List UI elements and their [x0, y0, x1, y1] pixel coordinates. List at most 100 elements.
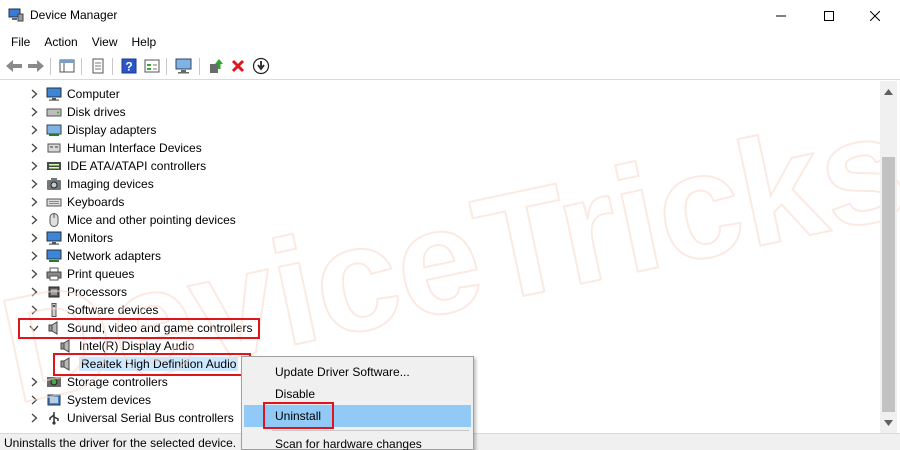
tree-category-row[interactable]: IDE ATA/ATAPI controllers: [28, 157, 206, 175]
toolbar-separator: [50, 58, 51, 75]
ctx-separator: [272, 430, 469, 431]
vertical-scrollbar[interactable]: [880, 81, 897, 433]
tree-row-label: Universal Serial Bus controllers: [67, 411, 234, 425]
chevron-right-icon[interactable]: [28, 142, 40, 154]
tree-row-label: Disk drives: [67, 105, 126, 119]
tree-row-label: Network adapters: [67, 249, 162, 263]
tree-row-label: IDE ATA/ATAPI controllers: [67, 159, 207, 173]
storage-controller-icon: [46, 375, 62, 389]
chevron-right-icon[interactable]: [28, 232, 40, 244]
hid-icon: [46, 141, 62, 155]
forward-arrow-icon[interactable]: [26, 57, 46, 75]
tree-category-row[interactable]: Disk drives: [28, 103, 126, 121]
ctx-item-label: Disable: [275, 387, 316, 401]
svg-text:?: ?: [125, 60, 132, 74]
properties-sheet-icon[interactable]: [88, 57, 108, 75]
menu-file[interactable]: File: [4, 32, 37, 52]
processor-icon: [46, 285, 62, 299]
ctx-item-label: Scan for hardware changes: [275, 437, 422, 450]
mouse-icon: [46, 213, 62, 227]
tree-category-row[interactable]: System devices: [28, 391, 151, 409]
title-bar: Device Manager: [0, 0, 900, 31]
scrollbar-thumb[interactable]: [882, 157, 895, 412]
chevron-right-icon[interactable]: [28, 304, 40, 316]
chevron-right-icon[interactable]: [28, 412, 40, 424]
monitor-scan-icon[interactable]: [174, 57, 194, 75]
tree-row-label: Software devices: [67, 303, 159, 317]
chevron-right-icon[interactable]: [28, 88, 40, 100]
uninstall-x-icon[interactable]: [228, 57, 248, 75]
tree-category-row[interactable]: Print queues: [28, 265, 134, 283]
tree-category-row[interactable]: Software devices: [28, 301, 158, 319]
network-adapter-icon: [46, 249, 62, 263]
chevron-right-icon[interactable]: [28, 394, 40, 406]
chevron-right-icon[interactable]: [28, 160, 40, 172]
monitor-icon: [46, 231, 62, 245]
help-icon[interactable]: ?: [119, 57, 139, 75]
tree-row-label: Human Interface Devices: [67, 141, 202, 155]
chevron-right-icon[interactable]: [28, 196, 40, 208]
back-arrow-icon[interactable]: [4, 57, 24, 75]
tree-category-row[interactable]: Network adapters: [28, 247, 161, 265]
software-device-icon: [46, 303, 62, 317]
chevron-right-icon[interactable]: [28, 286, 40, 298]
tree-row-label: Processors: [67, 285, 128, 299]
scroll-down-icon[interactable]: [880, 414, 897, 431]
chevron-right-icon[interactable]: [28, 250, 40, 262]
highlight-sound-category: [18, 318, 260, 339]
ide-controller-icon: [46, 159, 62, 173]
chevron-right-icon[interactable]: [28, 376, 40, 388]
ctx-update-driver[interactable]: Update Driver Software...: [244, 361, 471, 383]
resource-view-icon[interactable]: [142, 57, 162, 75]
tree-category-row[interactable]: Computer: [28, 85, 120, 103]
device-manager-app-icon: [8, 8, 24, 22]
window-title: Device Manager: [30, 8, 118, 22]
display-adapter-icon: [46, 123, 62, 137]
tree-view-icon[interactable]: [57, 57, 77, 75]
close-button[interactable]: [852, 0, 898, 31]
update-driver-icon[interactable]: [206, 57, 226, 75]
tree-category-row[interactable]: Universal Serial Bus controllers: [28, 409, 234, 427]
toolbar: ?: [0, 53, 900, 80]
chevron-right-icon[interactable]: [28, 268, 40, 280]
chevron-right-icon[interactable]: [28, 106, 40, 118]
menu-bar: File Action View Help: [0, 31, 900, 53]
tree-category-row[interactable]: Monitors: [28, 229, 113, 247]
menu-action[interactable]: Action: [37, 32, 84, 52]
tree-row-label: Imaging devices: [67, 177, 154, 191]
status-text: Uninstalls the driver for the selected d…: [4, 436, 237, 450]
minimize-button[interactable]: [758, 0, 804, 31]
chevron-right-icon[interactable]: [28, 214, 40, 226]
tree-row-label: Intel(R) Display Audio: [79, 339, 195, 353]
tree-category-row[interactable]: Imaging devices: [28, 175, 154, 193]
chevron-right-icon[interactable]: [28, 178, 40, 190]
usb-icon: [46, 411, 62, 425]
menu-view[interactable]: View: [85, 32, 125, 52]
tree-category-row[interactable]: Keyboards: [28, 193, 124, 211]
download-circle-icon[interactable]: [251, 57, 271, 75]
tree-category-row[interactable]: Mice and other pointing devices: [28, 211, 236, 229]
chevron-right-icon[interactable]: [28, 124, 40, 136]
tree-row-label: Monitors: [67, 231, 114, 245]
tree-row-label: Storage controllers: [67, 375, 168, 389]
tree-category-row[interactable]: Display adapters: [28, 121, 156, 139]
tree-row-label: Computer: [67, 87, 120, 101]
disk-drive-icon: [46, 105, 62, 119]
tree-row-label: Display adapters: [67, 123, 157, 137]
tree-category-row[interactable]: Human Interface Devices: [28, 139, 202, 157]
computer-icon: [46, 87, 62, 101]
toolbar-separator: [199, 58, 200, 75]
speaker-icon: [58, 339, 74, 353]
tree-row-label: Print queues: [67, 267, 135, 281]
toolbar-separator: [166, 58, 167, 75]
system-device-icon: [46, 393, 62, 407]
maximize-button[interactable]: [806, 0, 852, 31]
menu-help[interactable]: Help: [125, 32, 164, 52]
tree-row-label: Mice and other pointing devices: [67, 213, 236, 227]
ctx-item-label: Update Driver Software...: [275, 365, 410, 379]
scroll-up-icon[interactable]: [880, 83, 897, 100]
ctx-scan-hardware[interactable]: Scan for hardware changes: [244, 433, 471, 450]
tree-category-row[interactable]: Processors: [28, 283, 127, 301]
highlight-realtek-device: [53, 353, 251, 376]
tree-row-label: System devices: [67, 393, 152, 407]
